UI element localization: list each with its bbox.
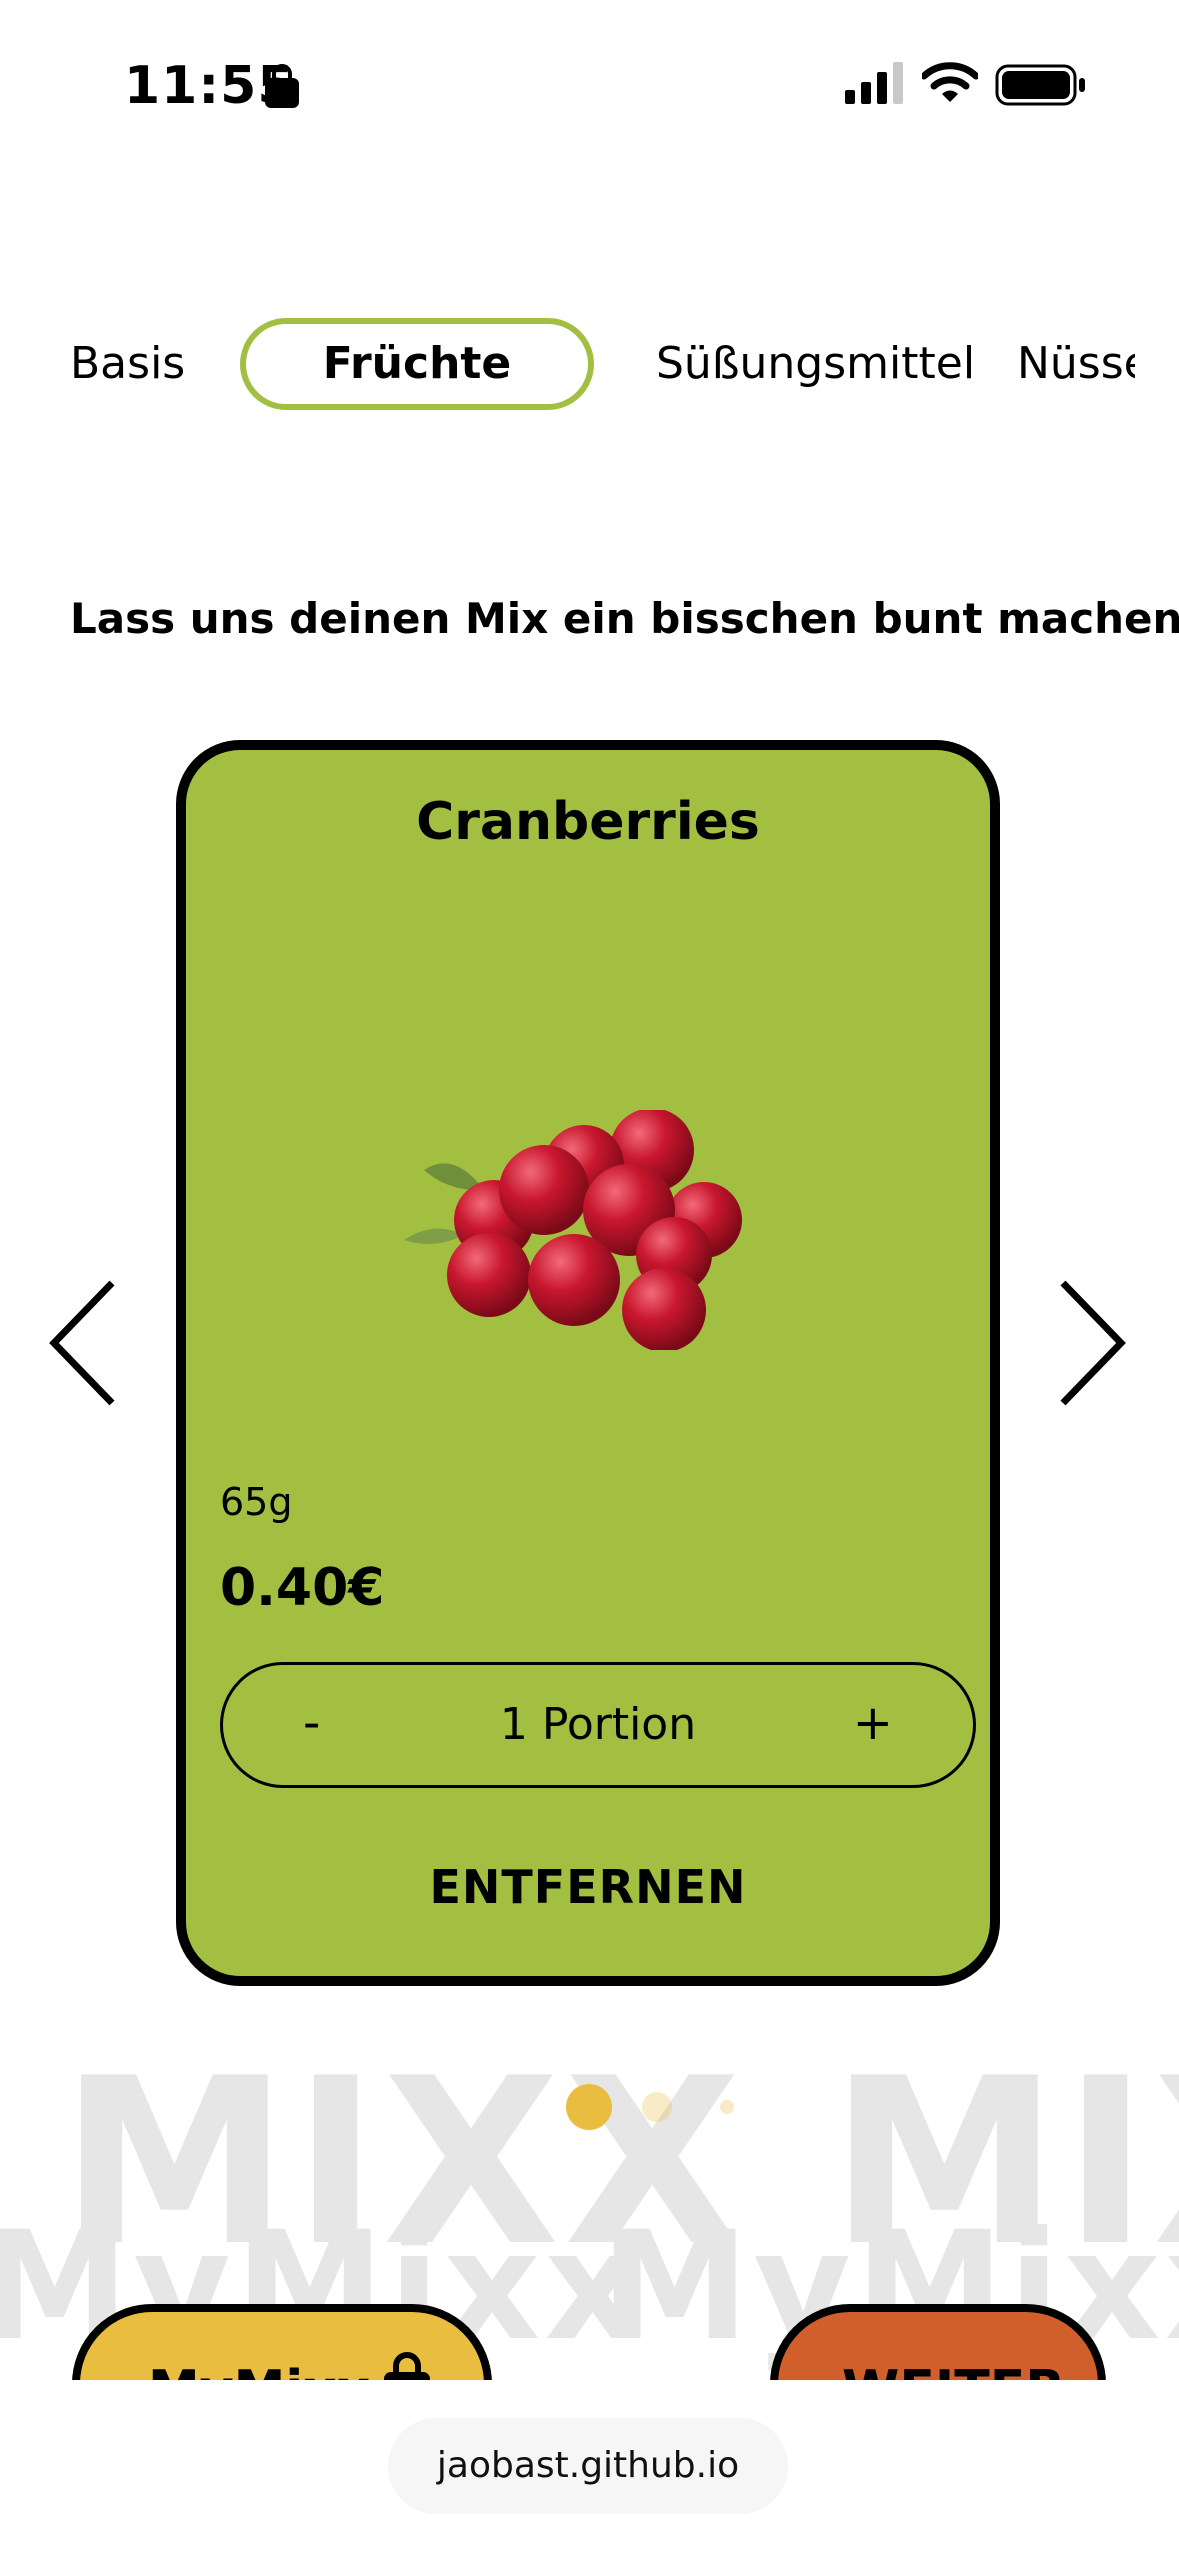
chevron-right-icon[interactable] [1055, 1275, 1131, 1411]
tab-fruechte[interactable]: Früchte [240, 318, 594, 410]
browser-url-bar[interactable]: jaobast.github.io [388, 2418, 788, 2514]
chevron-left-icon[interactable] [44, 1275, 120, 1411]
shopping-bag-icon [265, 64, 299, 108]
product-price: 0.40€ [220, 1558, 385, 1618]
tab-suessungsmittel[interactable]: Süßungsmittel [656, 318, 975, 410]
category-tabs: Basis Früchte Süßungsmittel Nüsse [0, 318, 1135, 418]
product-title: Cranberries [416, 792, 760, 852]
page-dot[interactable] [642, 2092, 672, 2122]
status-bar: 11:55 [0, 0, 1179, 150]
carousel-pagination [0, 2080, 1179, 2140]
page-headline: Lass uns deinen Mix ein bisschen bunt ma… [70, 594, 1179, 643]
decrement-button[interactable]: - [303, 1665, 320, 1785]
product-weight: 65g [220, 1480, 293, 1524]
increment-button[interactable]: + [853, 1665, 893, 1785]
battery-icon [995, 64, 1085, 106]
tab-nuesse[interactable]: Nüsse [1017, 318, 1135, 410]
page-dot[interactable] [720, 2100, 734, 2114]
wifi-icon [922, 62, 978, 102]
quantity-stepper: 1 Portion - + [220, 1662, 976, 1788]
tab-basis[interactable]: Basis [70, 318, 185, 410]
page-dot-active[interactable] [566, 2084, 612, 2130]
cellular-signal-icon [845, 62, 903, 104]
cranberries-image [404, 1110, 742, 1350]
remove-button[interactable]: ENTFERNEN [186, 1860, 990, 1914]
product-card: Cranberries 65g 0.40€ 1 Portion - + ENTF… [176, 740, 1000, 1986]
